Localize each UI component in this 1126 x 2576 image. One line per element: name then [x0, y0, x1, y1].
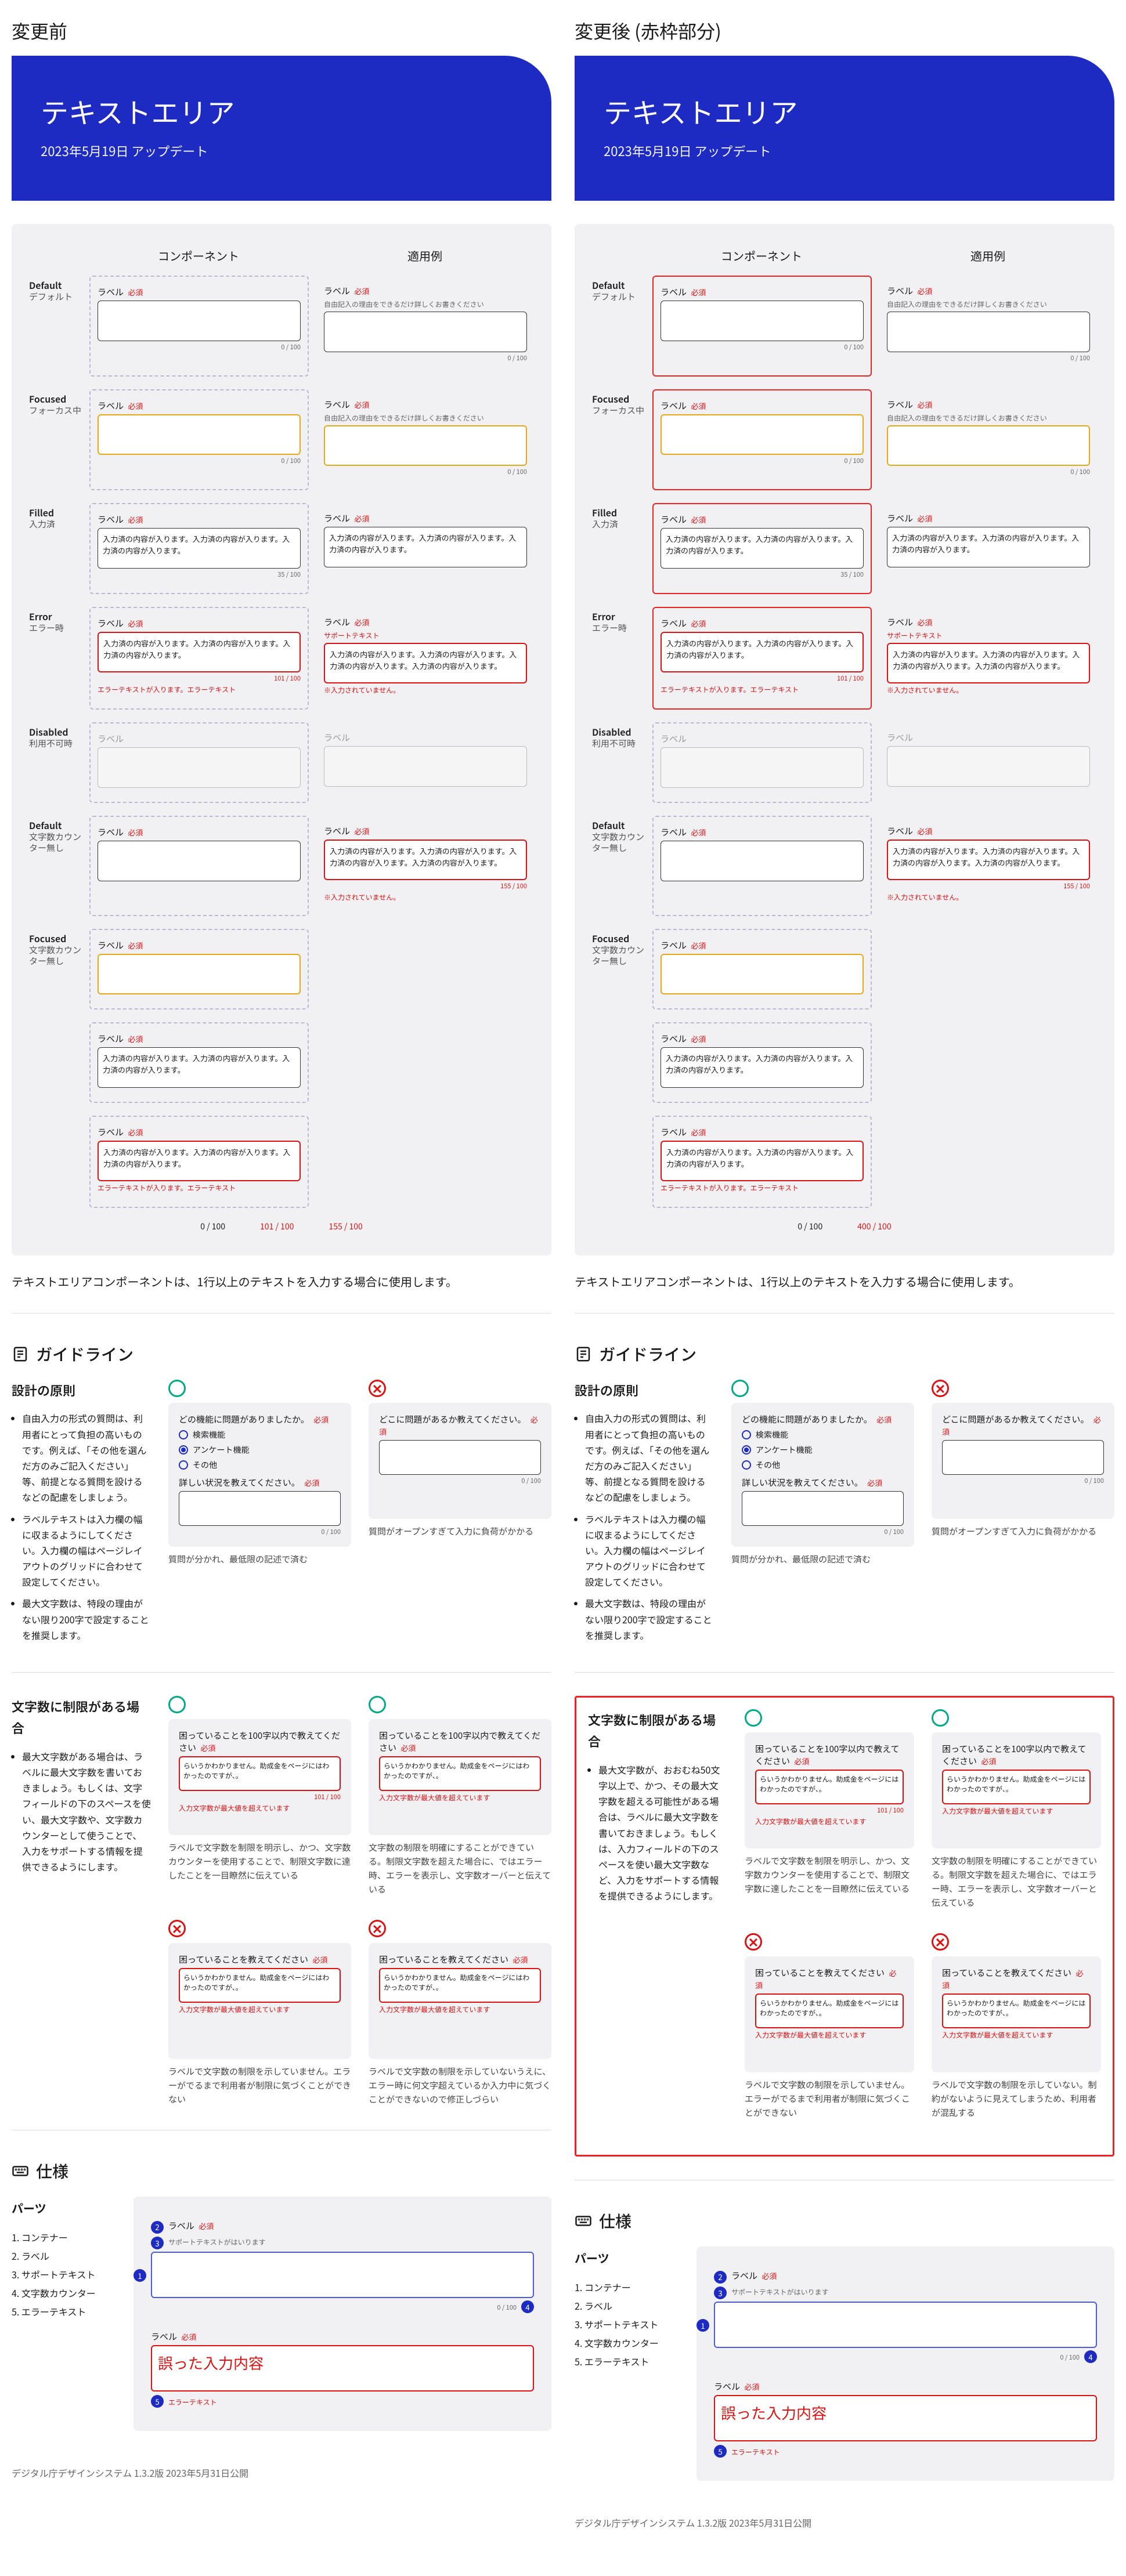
component-panel: コンポーネント 適用例 Defaultデフォルト ラベル 必須0 / 100 ラ… — [12, 224, 551, 1256]
highlighted-charLimit-section: 文字数に制限がある場合 最大文字数が、おおむね50文字以上で、かつ、その最大文字… — [575, 1696, 1114, 2157]
hero-before: テキストエリア 2023年5月19日 アップデート — [12, 56, 551, 201]
state-label-default: Defaultデフォルト — [29, 276, 81, 377]
counter-strip: 0 / 100 101 / 100 155 / 100 — [29, 1221, 534, 1232]
document-icon — [575, 1345, 592, 1363]
column-before: 変更前 テキストエリア 2023年5月19日 アップデート コンポーネント 適用… — [12, 17, 551, 2530]
textarea-focused[interactable] — [98, 414, 301, 455]
textarea-label: ラベル 必須 — [98, 286, 301, 298]
col-usage-head: 適用例 — [316, 247, 534, 264]
hero-title: テキストエリア — [41, 91, 522, 131]
example-bad-principles: どこに問題があるか教えてください。 必須 0 / 100 質問がオープンすぎて入… — [369, 1380, 551, 1649]
textarea-error[interactable]: 入力済の内容が入ります。入力済の内容が入ります。入力済の内容が入ります。 — [98, 632, 301, 672]
parts-diagram: 2ラベル 必須 3サポートテキストがはいります 1 0 / 1004 ラベル 必… — [133, 2197, 551, 2431]
hero-date: 2023年5月19日 アップデート — [41, 142, 522, 160]
footer: デジタル庁デザインシステム 1.3.2版 2023年5月31日公開 — [12, 2466, 551, 2480]
example-good-principles: どの機能に問題がありましたか。 必須 検索機能 アンケート機能 その他 詳しい状… — [168, 1380, 351, 1649]
section-spec: 仕様 — [12, 2159, 551, 2183]
parts-list: パーツ 1. コンテナー 2. ラベル 3. サポートテキスト 4. 文字数カウ… — [12, 2197, 116, 2431]
keyboard-icon — [575, 2212, 592, 2230]
highlighted-component-col: ラベル 必須0 / 100 — [652, 276, 872, 377]
section-guideline: ガイドライン — [12, 1343, 551, 1366]
component-caption: テキストエリアコンポーネントは、1行以上のテキストを入力する場合に使用します。 — [12, 1273, 551, 1290]
col-component-head: コンポーネント — [89, 247, 308, 264]
textarea-disabled — [98, 747, 301, 788]
textarea-default-usage[interactable] — [324, 312, 527, 352]
textarea-filled[interactable]: 入力済の内容が入ります。入力済の内容が入ります。入力済の内容が入ります。 — [98, 528, 301, 569]
column-title-before: 変更前 — [12, 17, 551, 44]
keyboard-icon — [12, 2162, 29, 2180]
column-title-after: 変更後 (赤枠部分) — [575, 17, 1114, 44]
principles-text: 設計の原則 自由入力の形式の質問は、利用者にとって負担の高いものです。例えば、「… — [12, 1380, 151, 1649]
document-icon — [12, 1345, 29, 1363]
textarea-default[interactable] — [98, 301, 301, 341]
radio-option[interactable]: 検索機能 — [179, 1429, 341, 1441]
column-after: 変更後 (赤枠部分) テキストエリア 2023年5月19日 アップデート コンポ… — [575, 17, 1114, 2530]
hero-after: テキストエリア 2023年5月19日 アップデート — [575, 56, 1114, 201]
